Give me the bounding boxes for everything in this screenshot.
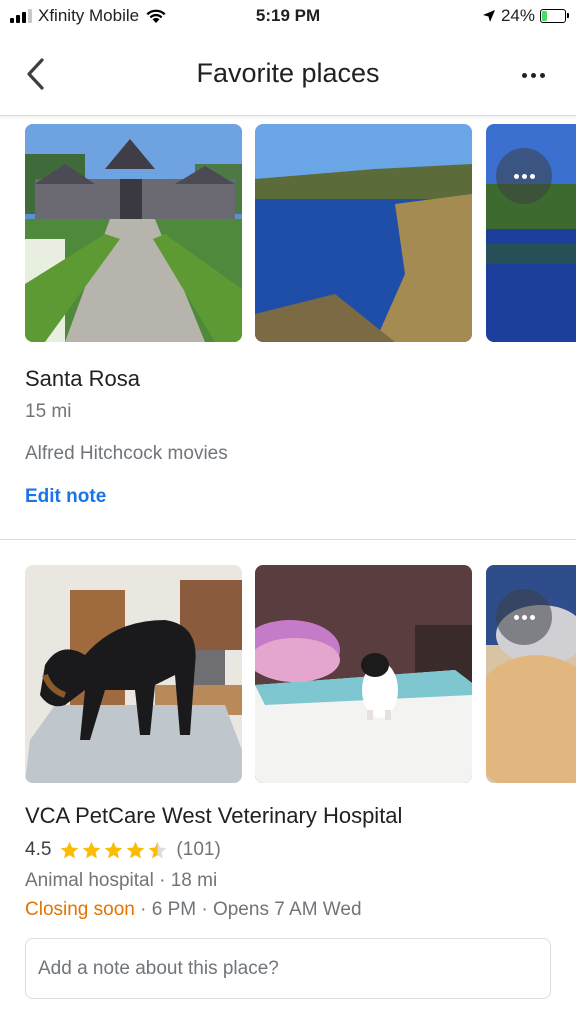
hours-text: · 6 PM · Opens 7 AM Wed [134, 899, 362, 920]
more-photos-button[interactable] [496, 148, 552, 204]
dog-closeup-photo[interactable] [486, 565, 576, 783]
status-bar: Xfinity Mobile 5:19 PM 24% [0, 0, 576, 34]
more-photos-button[interactable] [496, 589, 552, 645]
star-rating [59, 840, 168, 861]
photo-carousel[interactable] [0, 565, 576, 783]
place-name[interactable]: VCA PetCare West Veterinary Hospital [25, 803, 402, 829]
edit-note-button[interactable]: Edit note [25, 486, 106, 508]
puppy-photo[interactable] [255, 565, 472, 783]
place-distance: 15 mi [25, 401, 72, 422]
star-icon [127, 841, 145, 858]
lake-photo[interactable] [255, 124, 472, 342]
place-name[interactable]: Santa Rosa [25, 366, 140, 392]
battery-percent: 24% [500, 6, 535, 25]
rating-row[interactable]: 4.5 (101) [25, 839, 221, 861]
more-horizontal-icon [521, 72, 527, 78]
star-half-icon [149, 841, 167, 858]
dog-exam-photo[interactable] [25, 565, 242, 783]
more-options-button[interactable] [516, 60, 550, 90]
photo-carousel[interactable] [0, 124, 576, 342]
add-note-input[interactable] [25, 938, 551, 999]
app-header: Favorite places [0, 34, 576, 116]
location-arrow-icon [482, 10, 495, 22]
star-icon [83, 841, 101, 858]
rating-value: 4.5 [25, 839, 52, 860]
battery-icon [540, 9, 569, 23]
place-card-santa-rosa[interactable]: Santa Rosa 15 mi Alfred Hitchcock movies… [0, 124, 576, 507]
star-icon [105, 841, 123, 858]
castle-garden-photo[interactable] [25, 124, 242, 342]
lake-photo-2[interactable] [486, 124, 576, 342]
review-count: (101) [176, 839, 221, 860]
category-distance: Animal hospital · 18 mi [25, 870, 218, 891]
page-title: Favorite places [196, 58, 380, 88]
divider [0, 539, 576, 540]
more-horizontal-icon [513, 614, 519, 620]
place-card-vca-petcare[interactable]: VCA PetCare West Veterinary Hospital 4.5… [0, 565, 576, 920]
more-horizontal-icon [513, 173, 519, 179]
place-note: Alfred Hitchcock movies [25, 443, 228, 464]
hours-row: Closing soon · 6 PM · Opens 7 AM Wed [25, 899, 362, 921]
status-right: 24% [482, 6, 569, 26]
star-icon [61, 841, 79, 858]
closing-status: Closing soon [25, 899, 135, 920]
